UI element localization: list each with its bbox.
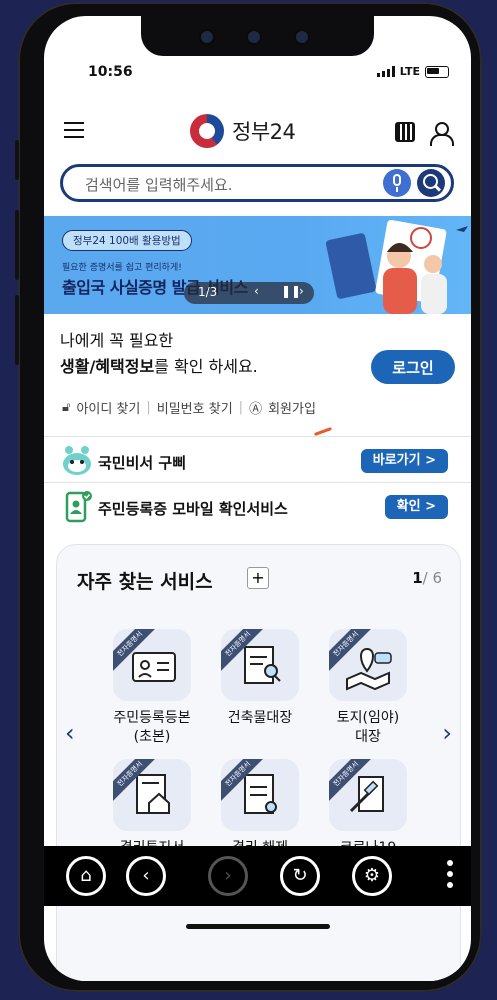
prompt-highlight: 생활/혜택정보 <box>60 357 155 376</box>
person-circle-icon: Ⓐ <box>249 402 263 417</box>
section-divider <box>44 436 471 437</box>
more-options-icon[interactable] <box>447 860 453 893</box>
certificate-icon: 전자증명서 <box>221 759 299 831</box>
mute-switch <box>15 140 19 180</box>
assistant-row[interactable]: 국민비서 구삐 바로가기 > <box>58 442 456 480</box>
signup-link[interactable]: 회원가입 <box>268 398 316 417</box>
link-divider: | <box>238 400 244 415</box>
section-divider <box>44 482 471 483</box>
menu-icon[interactable] <box>64 122 84 139</box>
service-resident-register[interactable]: 전자증명서 주민등록등본 (초본) <box>97 629 207 747</box>
banner-pill: 정부24 100배 활용방법 <box>62 230 192 251</box>
service-item-6[interactable]: 전자증명서 코로나19 <box>313 759 423 858</box>
link-divider: | <box>146 400 151 415</box>
search-bar <box>60 164 454 202</box>
volume-down-button <box>15 295 19 365</box>
login-button[interactable]: 로그인 <box>371 350 455 384</box>
phone-screen: 10:56 LTE 정부24 정부24 100배 활용방법 필요한 증명서를 쉽… <box>44 16 471 981</box>
banner-page-number: 1/3 <box>198 285 218 299</box>
battery-icon <box>425 65 449 78</box>
frequent-services-card: 자주 찾는 서비스 + 1/ 6 ‹ › 전자증명서 주민등록등본 (초본) 전… <box>56 544 461 981</box>
banner-pager: 1/3 ‹ ❚❚ › <box>184 282 314 304</box>
services-page-indicator: 1/ 6 <box>412 569 442 587</box>
camera-dot <box>199 29 215 45</box>
notch <box>141 16 374 56</box>
chevron-right-icon[interactable]: › <box>299 284 304 298</box>
id-card-icon: 전자증명서 <box>113 629 191 701</box>
frequent-services-title: 자주 찾는 서비스 <box>77 571 213 593</box>
home-indicator <box>186 924 330 929</box>
settings-gear-icon[interactable]: ⚙ <box>352 856 392 896</box>
mobile-id-row[interactable]: 주민등록증 모바일 확인서비스 확인 > <box>58 488 456 526</box>
find-password-link[interactable]: 비밀번호 찾기 <box>157 398 233 417</box>
service-name: 토지(임야) 대장 <box>336 710 400 745</box>
search-icon[interactable] <box>417 169 445 197</box>
family-passport-illustration <box>325 219 468 314</box>
home-icon[interactable]: ⌂ <box>66 856 106 896</box>
login-prompt: 나에게 꼭 필요한 생활/혜택정보를 확인 하세요. <box>60 328 258 380</box>
user-icon[interactable] <box>429 122 454 146</box>
mobile-id-icon <box>65 491 92 523</box>
touch-indicator <box>314 427 332 436</box>
microphone-icon[interactable] <box>383 169 411 197</box>
browser-nav-bar: ⌂ ‹ › ↻ ⚙ <box>44 846 471 906</box>
mobile-id-confirm-button[interactable]: 확인 > <box>384 495 448 519</box>
chevron-right-icon[interactable]: › <box>442 719 452 747</box>
back-icon[interactable]: ‹ <box>126 856 166 896</box>
document-search-icon: 전자증명서 <box>221 629 299 701</box>
service-name: 건축물대장 <box>227 710 293 726</box>
volume-up-button <box>15 210 19 280</box>
forward-icon: › <box>208 856 248 896</box>
network-label: LTE <box>399 65 420 78</box>
lock-icon: 🔓︎ <box>62 400 71 415</box>
chevron-left-icon[interactable]: ‹ <box>254 284 259 298</box>
map-pin-icon: 전자증명서 <box>329 629 407 701</box>
assistant-label: 국민비서 구삐 <box>98 454 187 472</box>
status-time: 10:56 <box>88 64 133 80</box>
add-icon[interactable]: + <box>247 567 269 589</box>
banner-subtitle: 필요한 증명서를 쉽고 편리하게! <box>62 263 182 273</box>
syringe-document-icon: 전자증명서 <box>329 759 407 831</box>
mobile-id-label: 주민등록증 모바일 확인서비스 <box>98 500 288 518</box>
logo-text: 정부24 <box>232 120 296 144</box>
qr-code-icon[interactable] <box>395 122 415 142</box>
find-id-link[interactable]: 아이디 찾기 <box>76 398 140 417</box>
app-header: 정부24 <box>44 108 471 154</box>
sensor-dot <box>246 29 262 45</box>
status-bar: 10:56 LTE <box>44 64 471 86</box>
service-land-register[interactable]: 전자증명서 토지(임야) 대장 <box>313 629 423 747</box>
taegeuk-logo-icon <box>190 114 224 148</box>
assistant-go-button[interactable]: 바로가기 > <box>360 449 448 473</box>
prompt-line-1: 나에게 꼭 필요한 <box>60 331 174 350</box>
service-item-5[interactable]: 전자증명서 결리 해제 <box>205 759 315 858</box>
signal-icon <box>376 66 395 77</box>
house-document-icon: 전자증명서 <box>113 759 191 831</box>
prompt-line-2: 를 확인 하세요. <box>154 357 258 376</box>
chevron-left-icon[interactable]: ‹ <box>65 719 75 747</box>
sensor-dot <box>294 29 310 45</box>
refresh-icon[interactable]: ↻ <box>280 856 320 896</box>
service-name: 주민등록등본 (초본) <box>113 710 191 745</box>
search-input[interactable] <box>83 173 367 197</box>
account-links: 🔓︎ 아이디 찾기 | 비밀번호 찾기 | Ⓐ 회원가입 <box>62 398 316 417</box>
logo[interactable]: 정부24 <box>190 114 296 148</box>
service-item-4[interactable]: 전자증명서 결리투지서 <box>97 759 207 858</box>
promo-banner[interactable]: 정부24 100배 활용방법 필요한 증명서를 쉽고 편리하게! 출입국 사실증… <box>44 216 471 314</box>
service-building-register[interactable]: 전자증명서 건축물대장 <box>205 629 315 728</box>
gubbi-mascot-icon <box>63 446 91 475</box>
